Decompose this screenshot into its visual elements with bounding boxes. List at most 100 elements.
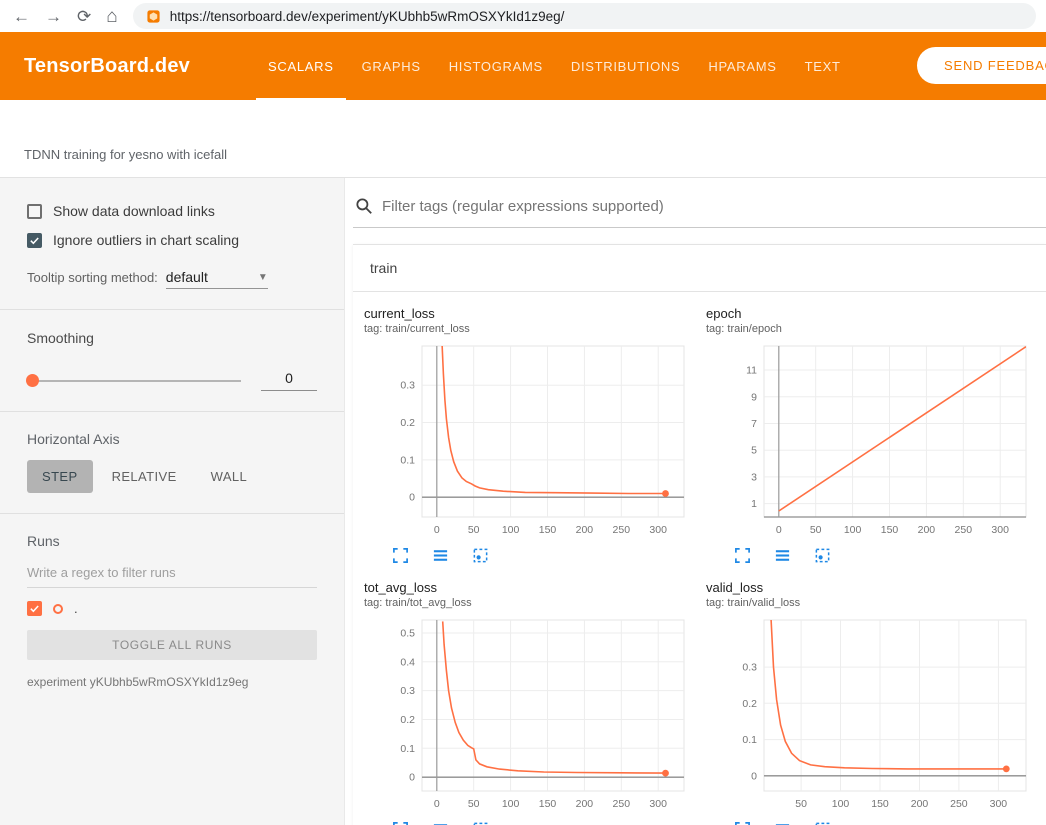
filter-tags-input[interactable] (382, 198, 1046, 215)
svg-text:150: 150 (881, 524, 899, 536)
fit-domain-icon[interactable] (814, 547, 831, 564)
svg-text:0.1: 0.1 (400, 454, 415, 466)
show-download-links-row[interactable]: Show data download links (27, 203, 317, 219)
chart-toolbar (734, 547, 1036, 564)
check-icon (29, 603, 40, 614)
line-chart-current-loss[interactable]: 05010015020025030000.10.20.3 (364, 341, 694, 544)
line-chart-epoch[interactable]: 0501001502002503001357911 (706, 341, 1036, 544)
expand-chart-icon[interactable] (392, 547, 409, 564)
svg-text:0.2: 0.2 (400, 417, 415, 429)
home-icon[interactable]: ⌂ (106, 7, 117, 26)
check-icon (29, 235, 40, 246)
ignore-outliers-row[interactable]: Ignore outliers in chart scaling (27, 232, 317, 248)
svg-text:300: 300 (649, 798, 667, 810)
svg-text:0.3: 0.3 (400, 380, 415, 392)
smoothing-slider[interactable] (27, 380, 241, 382)
line-chart-valid-loss[interactable]: 5010015020025030000.10.20.3 (706, 615, 1036, 818)
svg-text:0.2: 0.2 (400, 714, 415, 726)
runs-list-icon[interactable] (774, 547, 791, 564)
svg-text:50: 50 (810, 524, 822, 536)
tab-scalars[interactable]: SCALARS (254, 32, 348, 100)
smoothing-slider-thumb[interactable] (26, 374, 39, 387)
svg-text:300: 300 (990, 798, 1008, 810)
runs-list-icon[interactable] (432, 821, 449, 825)
ignore-outliers-label: Ignore outliers in chart scaling (53, 232, 239, 248)
svg-text:9: 9 (751, 391, 757, 403)
search-icon (355, 197, 373, 215)
runs-filter-input[interactable] (27, 562, 317, 588)
show-download-links-checkbox[interactable] (27, 204, 42, 219)
svg-text:250: 250 (613, 798, 631, 810)
forward-icon[interactable]: → (45, 8, 62, 25)
svg-text:0: 0 (434, 798, 440, 810)
app-logo: TensorBoard.dev (24, 55, 190, 78)
svg-text:200: 200 (576, 798, 594, 810)
chart-title: valid_loss (706, 580, 1036, 595)
fit-domain-icon[interactable] (814, 821, 831, 825)
expand-chart-icon[interactable] (392, 821, 409, 825)
ignore-outliers-checkbox[interactable] (27, 233, 42, 248)
svg-text:300: 300 (991, 524, 1009, 536)
browser-chrome: ← → ⟳ ⌂ https://tensorboard.dev/experime… (0, 0, 1046, 32)
tooltip-sorting-select[interactable]: default ▼ (166, 269, 268, 289)
back-icon[interactable]: ← (13, 8, 30, 25)
filter-tags-row (353, 197, 1046, 228)
settings-sidebar: Show data download links Ignore outliers… (0, 178, 345, 825)
chart-card-current-loss: current_loss tag: train/current_loss 050… (364, 306, 694, 564)
fit-domain-icon[interactable] (472, 547, 489, 564)
app-header: TensorBoard.dev SCALARS GRAPHS HISTOGRAM… (0, 32, 1046, 100)
chart-tag: tag: train/tot_avg_loss (364, 597, 694, 609)
smoothing-label: Smoothing (27, 330, 317, 346)
tab-histograms[interactable]: HISTOGRAMS (435, 32, 557, 100)
line-chart-tot-avg-loss[interactable]: 05010015020025030000.10.20.30.40.5 (364, 615, 694, 818)
axis-relative-button[interactable]: RELATIVE (97, 460, 192, 493)
tab-text[interactable]: TEXT (791, 32, 855, 100)
reload-icon[interactable]: ⟳ (77, 8, 91, 25)
tag-group-card: train current_loss tag: train/current_lo… (353, 244, 1046, 825)
svg-text:0: 0 (751, 770, 757, 782)
charts-grid: current_loss tag: train/current_loss 050… (353, 292, 1046, 825)
svg-text:150: 150 (539, 524, 557, 536)
smoothing-value-field[interactable]: 0 (261, 370, 317, 391)
tab-hparams[interactable]: HPARAMS (694, 32, 790, 100)
tab-distributions[interactable]: DISTRIBUTIONS (557, 32, 695, 100)
divider (0, 309, 344, 310)
expand-chart-icon[interactable] (734, 547, 751, 564)
main-panel: train current_loss tag: train/current_lo… (345, 178, 1046, 825)
horizontal-axis-label: Horizontal Axis (27, 431, 317, 447)
runs-filter (27, 562, 317, 588)
svg-text:0.4: 0.4 (400, 656, 415, 668)
svg-text:100: 100 (832, 798, 850, 810)
tooltip-sorting-value: default (166, 269, 208, 285)
tooltip-sorting-row: Tooltip sorting method: default ▼ (27, 269, 317, 289)
svg-text:0: 0 (409, 772, 415, 784)
tag-group-header[interactable]: train (353, 245, 1046, 292)
svg-text:1: 1 (751, 498, 757, 510)
svg-text:0.3: 0.3 (400, 685, 415, 697)
axis-step-button[interactable]: STEP (27, 460, 93, 493)
svg-text:150: 150 (871, 798, 889, 810)
send-feedback-button[interactable]: SEND FEEDBACK (917, 47, 1046, 84)
expand-chart-icon[interactable] (734, 821, 751, 825)
runs-list-icon[interactable] (774, 821, 791, 825)
svg-text:200: 200 (918, 524, 936, 536)
runs-list-icon[interactable] (432, 547, 449, 564)
experiment-caption: experiment yKUbhb5wRmOSXYkId1z9eg (27, 675, 317, 689)
chart-card-tot-avg-loss: tot_avg_loss tag: train/tot_avg_loss 050… (364, 580, 694, 825)
run-checkbox[interactable] (27, 601, 42, 616)
url-bar[interactable]: https://tensorboard.dev/experiment/yKUbh… (133, 3, 1036, 29)
axis-wall-button[interactable]: WALL (196, 460, 263, 493)
svg-text:100: 100 (844, 524, 862, 536)
chevron-down-icon: ▼ (258, 272, 268, 283)
toggle-all-runs-button[interactable]: TOGGLE ALL RUNS (27, 630, 317, 660)
svg-text:300: 300 (649, 524, 667, 536)
chart-tag: tag: train/epoch (706, 323, 1036, 335)
run-row[interactable]: . (27, 601, 317, 616)
fit-domain-icon[interactable] (472, 821, 489, 825)
content: Show data download links Ignore outliers… (0, 178, 1046, 825)
svg-text:250: 250 (955, 524, 973, 536)
svg-text:0: 0 (776, 524, 782, 536)
tab-graphs[interactable]: GRAPHS (348, 32, 435, 100)
svg-text:0.3: 0.3 (742, 662, 757, 674)
chart-tag: tag: train/current_loss (364, 323, 694, 335)
